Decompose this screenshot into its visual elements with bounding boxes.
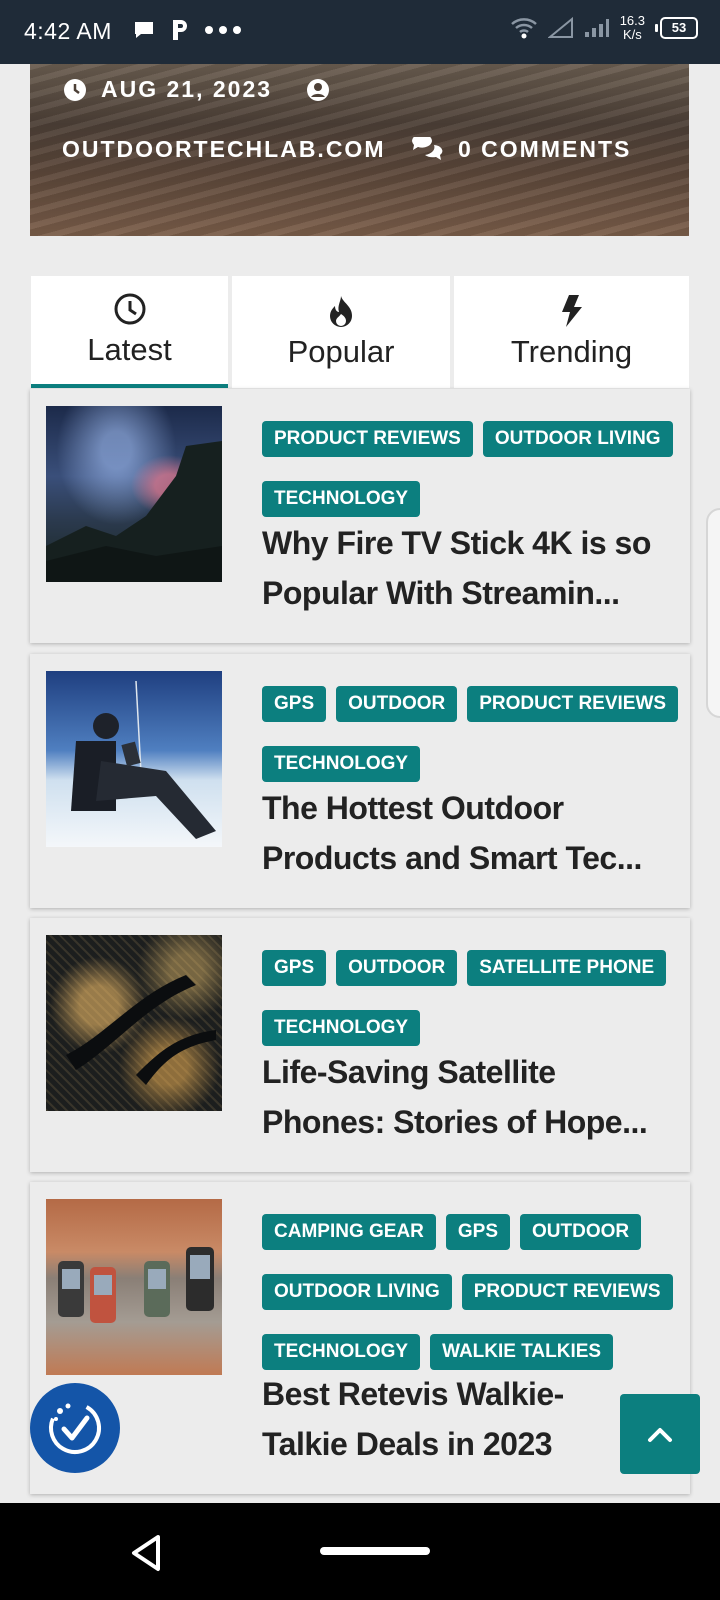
fire-icon <box>330 296 352 327</box>
network-speed-value: 16.3 <box>619 13 645 28</box>
post-card[interactable]: GPS OUTDOOR PRODUCT REVIEWS TECHNOLOGY T… <box>30 654 690 908</box>
wifi-icon <box>510 18 537 39</box>
tag[interactable]: OUTDOOR LIVING <box>482 421 673 457</box>
tag[interactable]: TECHNOLOGY <box>262 1010 421 1046</box>
battery-indicator: 53 <box>655 17 698 39</box>
signal-icon-2 <box>584 19 609 37</box>
tab-popular-label: Popular <box>287 334 395 369</box>
network-speed: 16.3 K/s <box>620 14 645 42</box>
system-navigation-bar <box>0 1503 720 1600</box>
accessibility-button[interactable] <box>30 1383 120 1473</box>
featured-post-hero[interactable]: AUG 21, 2023 OUTDOORTECHLAB.COM 0 COMMEN… <box>30 64 689 236</box>
home-gesture-bar[interactable] <box>320 1547 430 1555</box>
gps-devices <box>58 1247 214 1323</box>
clock-icon <box>114 293 145 325</box>
post-card[interactable]: PRODUCT REVIEWS OUTDOOR LIVING TECHNOLOG… <box>30 389 690 643</box>
tag[interactable]: PRODUCT REVIEWS <box>262 421 473 457</box>
tag[interactable]: PRODUCT REVIEWS <box>461 1274 673 1310</box>
tab-latest[interactable]: Latest <box>31 276 228 388</box>
tag[interactable]: SATELLITE PHONE <box>467 950 667 986</box>
post-card[interactable]: GPS OUTDOOR SATELLITE PHONE TECHNOLOGY L… <box>30 918 690 1172</box>
tag[interactable]: GPS <box>262 686 327 722</box>
tag[interactable]: TECHNOLOGY <box>262 481 421 517</box>
tag[interactable]: WALKIE TALKIES <box>430 1334 614 1370</box>
tag[interactable]: OUTDOOR <box>520 1214 642 1250</box>
accessibility-icon <box>49 1402 101 1454</box>
comments-icon <box>412 136 443 160</box>
tag[interactable]: TECHNOLOGY <box>262 746 421 782</box>
tag[interactable]: GPS <box>445 1214 511 1250</box>
tag[interactable]: OUTDOOR <box>336 686 458 722</box>
battery-level: 53 <box>660 17 698 39</box>
side-panel-handle[interactable] <box>706 508 720 718</box>
climber-figure <box>71 680 216 839</box>
post-author-text[interactable]: OUTDOORTECHLAB.COM <box>62 136 385 163</box>
post-date: AUG 21, 2023 <box>63 76 330 103</box>
post-thumbnail[interactable] <box>46 671 222 847</box>
river-shapes <box>66 975 216 1085</box>
post-title[interactable]: Best Retevis Walkie- Talkie Deals in 202… <box>262 1369 672 1469</box>
more-dots-icon <box>205 26 241 34</box>
post-thumbnail[interactable] <box>46 1199 222 1375</box>
post-title-line[interactable]: Life-Saving Satellite <box>262 1047 672 1097</box>
post-title-line[interactable]: Popular With Streamin... <box>262 568 672 618</box>
user-icon <box>307 78 330 101</box>
post-title[interactable]: The Hottest Outdoor Products and Smart T… <box>262 783 672 883</box>
signal-icon <box>547 17 573 38</box>
post-title-line[interactable]: Talkie Deals in 2023 <box>262 1419 672 1469</box>
tab-popular[interactable]: Popular <box>232 276 450 388</box>
post-comments-text[interactable]: 0 COMMENTS <box>458 136 631 163</box>
post-tabs: Latest Popular Trending <box>31 276 689 388</box>
tag[interactable]: OUTDOOR <box>336 950 458 986</box>
parking-p-icon <box>173 20 187 40</box>
post-title-line[interactable]: Products and Smart Tec... <box>262 833 672 883</box>
post-tags: PRODUCT REVIEWS OUTDOOR LIVING TECHNOLOG… <box>262 421 682 517</box>
post-comments[interactable]: 0 COMMENTS <box>410 136 631 163</box>
post-title-line[interactable]: Best Retevis Walkie- <box>262 1369 672 1419</box>
post-author[interactable]: OUTDOORTECHLAB.COM <box>62 136 385 163</box>
post-tags: GPS OUTDOOR PRODUCT REVIEWS TECHNOLOGY <box>262 686 682 782</box>
status-bar: 4:42 AM 16.3 K/s 53 <box>0 0 720 64</box>
post-title-line[interactable]: The Hottest Outdoor <box>262 783 672 833</box>
post-title[interactable]: Life-Saving Satellite Phones: Stories of… <box>262 1047 672 1147</box>
tab-trending[interactable]: Trending <box>454 276 689 388</box>
post-tags: CAMPING GEAR GPS OUTDOOR OUTDOOR LIVING … <box>262 1214 682 1370</box>
tab-trending-label: Trending <box>510 334 633 369</box>
post-tags: GPS OUTDOOR SATELLITE PHONE TECHNOLOGY <box>262 950 682 1046</box>
post-thumbnail[interactable] <box>46 935 222 1111</box>
clock-icon <box>64 78 86 101</box>
post-thumbnail[interactable] <box>46 406 222 582</box>
post-title-line[interactable]: Why Fire TV Stick 4K is so <box>262 518 672 568</box>
landscape-silhouette <box>46 441 222 582</box>
status-time: 4:42 AM <box>24 18 112 44</box>
back-triangle-icon[interactable] <box>128 1533 164 1573</box>
tag[interactable]: OUTDOOR LIVING <box>262 1274 452 1310</box>
tag[interactable]: PRODUCT REVIEWS <box>467 686 679 722</box>
post-title-line[interactable]: Phones: Stories of Hope... <box>262 1097 672 1147</box>
tag[interactable]: GPS <box>262 950 327 986</box>
post-card[interactable]: CAMPING GEAR GPS OUTDOOR OUTDOOR LIVING … <box>30 1182 690 1494</box>
bolt-icon <box>561 295 582 327</box>
post-title[interactable]: Why Fire TV Stick 4K is so Popular With … <box>262 518 672 618</box>
network-speed-unit: K/s <box>622 27 642 42</box>
chevron-up-icon <box>648 1428 672 1442</box>
chat-bubble-icon <box>135 22 153 38</box>
status-notification-icons <box>132 18 242 42</box>
back-to-top-button[interactable] <box>620 1394 700 1474</box>
tag[interactable]: CAMPING GEAR <box>262 1214 436 1250</box>
post-date-text: AUG 21, 2023 <box>101 76 273 102</box>
tab-latest-label: Latest <box>87 332 172 367</box>
tag[interactable]: TECHNOLOGY <box>262 1334 421 1370</box>
